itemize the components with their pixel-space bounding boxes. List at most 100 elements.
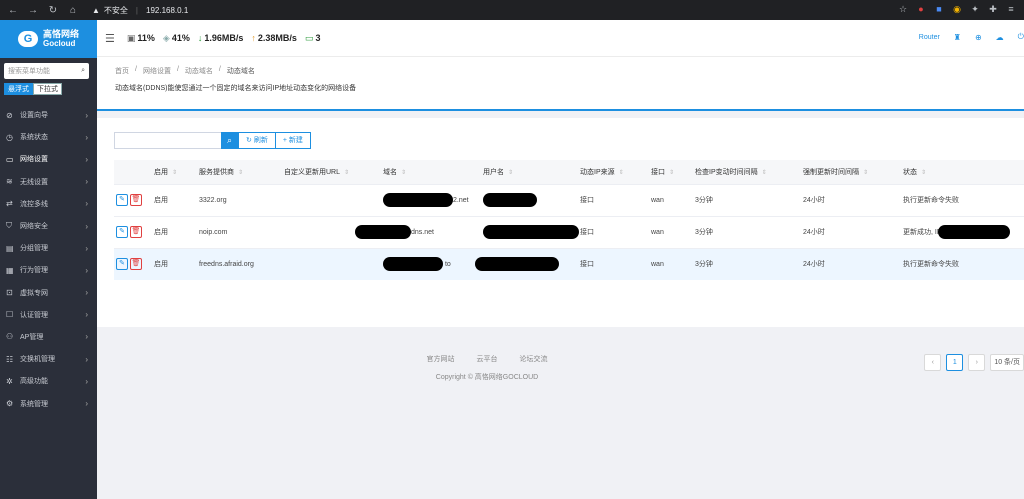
header-interface[interactable]: 接口 ⇕ — [651, 160, 695, 184]
edit-icon[interactable]: ✎ — [116, 194, 128, 206]
brand-logo[interactable]: G 高恪网络 Gocloud — [0, 20, 97, 58]
search-input[interactable] — [114, 132, 221, 149]
cloud-logo-icon: G — [17, 31, 38, 47]
upload-stat: ↑ 2.38MB/s — [251, 33, 297, 43]
cell-enabled: 启用 — [154, 247, 199, 280]
cell-username — [475, 247, 580, 280]
sidebar-item-ap[interactable]: ⚇ AP管理 › — [0, 326, 97, 348]
forward-icon[interactable]: → — [28, 5, 38, 16]
router-label[interactable]: Router — [919, 34, 940, 41]
search-button[interactable]: ⌕ — [221, 132, 238, 149]
shirt-icon[interactable]: ♜ — [954, 33, 961, 42]
globe-icon[interactable]: ⊕ — [975, 33, 982, 42]
menu-search-input[interactable]: 搜索菜单功能 ⌕ — [4, 63, 89, 79]
sidebar-item-behavior[interactable]: ▦ 行为管理 › — [0, 259, 97, 281]
arrow-down-icon: ↓ — [197, 33, 203, 43]
next-page-button[interactable]: › — [968, 354, 986, 371]
sort-icon[interactable]: ⇕ — [401, 170, 406, 176]
sidebar-item-auth[interactable]: ☐ 认证管理 › — [0, 304, 97, 326]
reload-icon[interactable]: ↻ — [48, 5, 58, 16]
edit-icon[interactable]: ✎ — [116, 226, 128, 238]
sort-icon[interactable]: ⇕ — [344, 170, 349, 176]
prev-page-button[interactable]: ‹ — [924, 354, 942, 371]
mode-dropdown-button[interactable]: 下拉式 — [33, 83, 62, 95]
sidebar-item-network-settings[interactable]: ▭ 网络设置 › — [0, 148, 97, 170]
refresh-button[interactable]: ↻ 刷新 — [238, 132, 276, 149]
sidebar-item-switch[interactable]: ☷ 交换机管理 › — [0, 348, 97, 370]
sort-icon[interactable]: ⇕ — [508, 170, 513, 176]
delete-icon[interactable]: 🗑 — [130, 258, 142, 271]
compass-icon: ⊘ — [6, 110, 13, 120]
header-url[interactable]: 自定义更新用URL ⇕ — [284, 160, 383, 184]
extension-red-icon[interactable]: ● — [916, 4, 926, 14]
sidebar-item-flow-control[interactable]: ⇄ 流控多线 › — [0, 193, 97, 215]
breadcrumb-network[interactable]: 网络设置 — [143, 66, 171, 76]
page-size-select[interactable]: 10 条/页 — [990, 354, 1024, 371]
sidebar-item-system-status[interactable]: ◷ 系统状态 › — [0, 126, 97, 148]
footer-link-official[interactable]: 官方网站 — [427, 354, 455, 364]
header-source[interactable]: 动态IP来源 ⇕ — [580, 160, 651, 184]
sidebar-item-label: 行为管理 — [20, 267, 48, 275]
header-domain[interactable]: 域名 ⇕ — [383, 160, 483, 184]
extension-gray-icon[interactable]: ✦ — [970, 4, 980, 14]
header-enabled[interactable]: 启用 ⇕ — [154, 160, 199, 184]
sort-icon[interactable]: ⇕ — [619, 170, 624, 176]
sidebar-item-security[interactable]: ⛉ 网络安全 › — [0, 215, 97, 237]
cloud-upload-icon[interactable]: ☁ — [996, 33, 1004, 42]
header-force-interval[interactable]: 强制更新时间间隔 ⇕ — [803, 160, 903, 184]
address-bar[interactable]: ▲ 不安全 | 192.168.0.1 — [92, 5, 188, 16]
copyright: Copyright © 高恪网络GOCLOUD — [435, 374, 539, 381]
sidebar-item-system[interactable]: ⚙ 系统管理 › — [0, 392, 97, 414]
breadcrumb-ddns-group[interactable]: 动态域名 — [185, 66, 213, 76]
home-icon[interactable]: ⌂ — [68, 5, 78, 16]
edit-icon[interactable]: ✎ — [116, 258, 128, 271]
sidebar-menu: ⊘ 设置向导 › ◷ 系统状态 › ▭ 网络设置 › ≋ 无线设置 › ⇄ 流控多线 › ⛉ 网络安全… — [0, 104, 97, 415]
sort-icon[interactable]: ⇕ — [238, 170, 243, 176]
new-button[interactable]: + 新建 — [275, 132, 311, 149]
sidebar-item-wireless[interactable]: ≋ 无线设置 › — [0, 171, 97, 193]
footer-link-forum[interactable]: 论坛交流 — [520, 354, 548, 364]
breadcrumb-home[interactable]: 首页 — [115, 66, 129, 76]
cell-check-interval: 3分钟 — [695, 247, 803, 280]
delete-icon[interactable]: 🗑 — [130, 194, 142, 206]
header-status[interactable]: 状态 ⇕ — [903, 160, 1024, 184]
header-check-interval[interactable]: 检查IP变动时间间隔 ⇕ — [695, 160, 803, 184]
delete-icon[interactable]: 🗑 — [130, 226, 142, 238]
cell-force-interval: 24小时 — [803, 215, 903, 248]
sort-icon[interactable]: ⇕ — [172, 170, 177, 176]
star-icon[interactable]: ☆ — [898, 4, 908, 14]
sort-icon[interactable]: ⇕ — [762, 170, 767, 176]
extension-blue-icon[interactable]: ■ — [934, 4, 944, 14]
menu-toggle-icon[interactable]: ☰ — [105, 32, 115, 45]
extension-color-icon[interactable]: ◉ — [952, 4, 962, 14]
sort-icon[interactable]: ⇕ — [921, 170, 926, 176]
header-username[interactable]: 用户名 ⇕ — [483, 160, 580, 184]
top-bar: ☰ ▣ 11% ◈ 41% ↓ 1.96MB/s ↑ 2.38MB/s ▭ 3 Route… — [97, 20, 1024, 57]
puzzle-icon[interactable]: ✚ — [988, 4, 998, 14]
sidebar-item-group[interactable]: ▤ 分组管理 › — [0, 237, 97, 259]
power-icon[interactable]: ⏻ — [1018, 32, 1024, 42]
memory-stat: ◈ 41% — [163, 33, 190, 44]
domain-suffix: dns.net — [411, 228, 434, 236]
monitor-icon: ▭ — [304, 32, 314, 43]
search-icon[interactable]: ⌕ — [81, 67, 85, 75]
header-provider[interactable]: 服务提供商 ⇕ — [199, 160, 284, 184]
cell-source: 接口 — [580, 215, 651, 248]
cell-interface: wan — [651, 215, 695, 248]
sidebar-item-vpn[interactable]: ⊡ 虚拟专网 › — [0, 282, 97, 304]
redaction-mark — [475, 257, 559, 272]
table-toolbar: ⌕ ↻ 刷新 + 新建 — [114, 132, 311, 149]
page-1-button[interactable]: 1 — [946, 354, 964, 371]
sidebar-item-advanced[interactable]: ✲ 高级功能 › — [0, 370, 97, 392]
sidebar-item-setup-wizard[interactable]: ⊘ 设置向导 › — [0, 104, 97, 126]
sort-icon[interactable]: ⇕ — [669, 170, 674, 176]
sort-icon[interactable]: ⇕ — [863, 170, 868, 176]
footer-link-cloud[interactable]: 云平台 — [477, 354, 498, 364]
back-icon[interactable]: ← — [8, 5, 18, 16]
group-icon: ▤ — [6, 243, 14, 253]
playlist-icon[interactable]: ≡ — [1006, 4, 1016, 14]
sidebar-item-label: 网络安全 — [20, 223, 48, 231]
search-icon: ⌕ — [226, 135, 233, 145]
mode-float-button[interactable]: 悬浮式 — [4, 83, 33, 95]
sidebar: G 高恪网络 Gocloud 搜索菜单功能 ⌕ 悬浮式 下拉式 ⊘ 设置向导 › ◷… — [0, 20, 97, 499]
